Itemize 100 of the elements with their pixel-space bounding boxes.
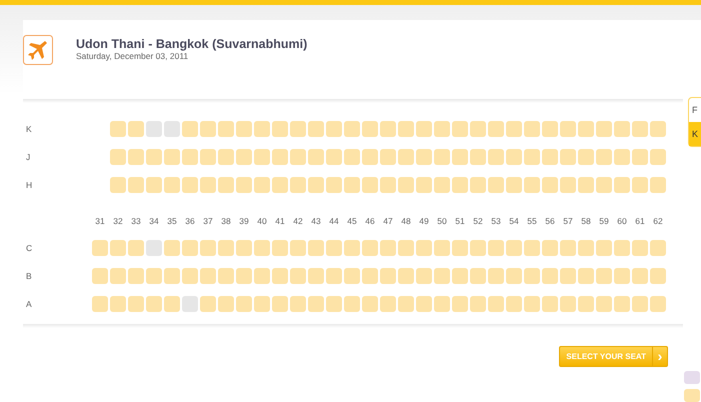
available-seat[interactable] xyxy=(560,240,576,256)
available-seat[interactable] xyxy=(344,121,360,137)
available-seat[interactable] xyxy=(614,121,630,137)
available-seat[interactable] xyxy=(506,121,522,137)
available-seat[interactable] xyxy=(218,177,234,193)
available-seat[interactable] xyxy=(128,240,144,256)
available-seat[interactable] xyxy=(632,268,648,284)
available-seat[interactable] xyxy=(308,177,324,193)
available-seat[interactable] xyxy=(398,240,414,256)
available-seat[interactable] xyxy=(362,240,378,256)
available-seat[interactable] xyxy=(218,121,234,137)
available-seat[interactable] xyxy=(272,177,288,193)
available-seat[interactable] xyxy=(146,296,162,312)
available-seat[interactable] xyxy=(92,268,108,284)
available-seat[interactable] xyxy=(452,121,468,137)
available-seat[interactable] xyxy=(524,240,540,256)
available-seat[interactable] xyxy=(524,121,540,137)
available-seat[interactable] xyxy=(542,121,558,137)
available-seat[interactable] xyxy=(290,296,306,312)
available-seat[interactable] xyxy=(416,296,432,312)
available-seat[interactable] xyxy=(416,240,432,256)
available-seat[interactable] xyxy=(236,177,252,193)
available-seat[interactable] xyxy=(614,268,630,284)
available-seat[interactable] xyxy=(632,240,648,256)
available-seat[interactable] xyxy=(182,240,198,256)
available-seat[interactable] xyxy=(326,268,342,284)
available-seat[interactable] xyxy=(578,177,594,193)
available-seat[interactable] xyxy=(200,240,216,256)
available-seat[interactable] xyxy=(164,296,180,312)
available-seat[interactable] xyxy=(650,296,666,312)
available-seat[interactable] xyxy=(272,149,288,165)
available-seat[interactable] xyxy=(380,268,396,284)
available-seat[interactable] xyxy=(182,121,198,137)
available-seat[interactable] xyxy=(506,268,522,284)
available-seat[interactable] xyxy=(524,177,540,193)
available-seat[interactable] xyxy=(416,268,432,284)
available-seat[interactable] xyxy=(560,296,576,312)
available-seat[interactable] xyxy=(182,177,198,193)
available-seat[interactable] xyxy=(542,149,558,165)
available-seat[interactable] xyxy=(488,121,504,137)
available-seat[interactable] xyxy=(524,268,540,284)
available-seat[interactable] xyxy=(434,296,450,312)
available-seat[interactable] xyxy=(164,240,180,256)
available-seat[interactable] xyxy=(308,149,324,165)
available-seat[interactable] xyxy=(254,296,270,312)
available-seat[interactable] xyxy=(362,121,378,137)
available-seat[interactable] xyxy=(110,268,126,284)
available-seat[interactable] xyxy=(128,296,144,312)
available-seat[interactable] xyxy=(308,268,324,284)
available-seat[interactable] xyxy=(344,240,360,256)
available-seat[interactable] xyxy=(488,240,504,256)
available-seat[interactable] xyxy=(326,149,342,165)
available-seat[interactable] xyxy=(272,121,288,137)
available-seat[interactable] xyxy=(272,240,288,256)
available-seat[interactable] xyxy=(362,149,378,165)
available-seat[interactable] xyxy=(596,296,612,312)
available-seat[interactable] xyxy=(128,121,144,137)
available-seat[interactable] xyxy=(290,240,306,256)
available-seat[interactable] xyxy=(398,177,414,193)
available-seat[interactable] xyxy=(290,121,306,137)
available-seat[interactable] xyxy=(614,296,630,312)
available-seat[interactable] xyxy=(254,240,270,256)
available-seat[interactable] xyxy=(218,296,234,312)
available-seat[interactable] xyxy=(596,121,612,137)
available-seat[interactable] xyxy=(308,121,324,137)
available-seat[interactable] xyxy=(470,121,486,137)
available-seat[interactable] xyxy=(200,296,216,312)
available-seat[interactable] xyxy=(452,177,468,193)
available-seat[interactable] xyxy=(326,121,342,137)
available-seat[interactable] xyxy=(110,121,126,137)
available-seat[interactable] xyxy=(524,296,540,312)
available-seat[interactable] xyxy=(524,149,540,165)
available-seat[interactable] xyxy=(290,149,306,165)
available-seat[interactable] xyxy=(110,149,126,165)
available-seat[interactable] xyxy=(632,149,648,165)
available-seat[interactable] xyxy=(560,149,576,165)
available-seat[interactable] xyxy=(542,296,558,312)
available-seat[interactable] xyxy=(362,268,378,284)
available-seat[interactable] xyxy=(200,177,216,193)
available-seat[interactable] xyxy=(236,149,252,165)
available-seat[interactable] xyxy=(578,268,594,284)
available-seat[interactable] xyxy=(254,268,270,284)
available-seat[interactable] xyxy=(254,149,270,165)
available-seat[interactable] xyxy=(326,296,342,312)
available-seat[interactable] xyxy=(578,149,594,165)
available-seat[interactable] xyxy=(308,240,324,256)
available-seat[interactable] xyxy=(650,268,666,284)
available-seat[interactable] xyxy=(380,240,396,256)
available-seat[interactable] xyxy=(578,240,594,256)
available-seat[interactable] xyxy=(326,240,342,256)
available-seat[interactable] xyxy=(254,121,270,137)
available-seat[interactable] xyxy=(380,121,396,137)
available-seat[interactable] xyxy=(650,177,666,193)
available-seat[interactable] xyxy=(452,240,468,256)
available-seat[interactable] xyxy=(632,121,648,137)
available-seat[interactable] xyxy=(488,149,504,165)
available-seat[interactable] xyxy=(434,177,450,193)
available-seat[interactable] xyxy=(218,149,234,165)
available-seat[interactable] xyxy=(128,149,144,165)
available-seat[interactable] xyxy=(542,240,558,256)
